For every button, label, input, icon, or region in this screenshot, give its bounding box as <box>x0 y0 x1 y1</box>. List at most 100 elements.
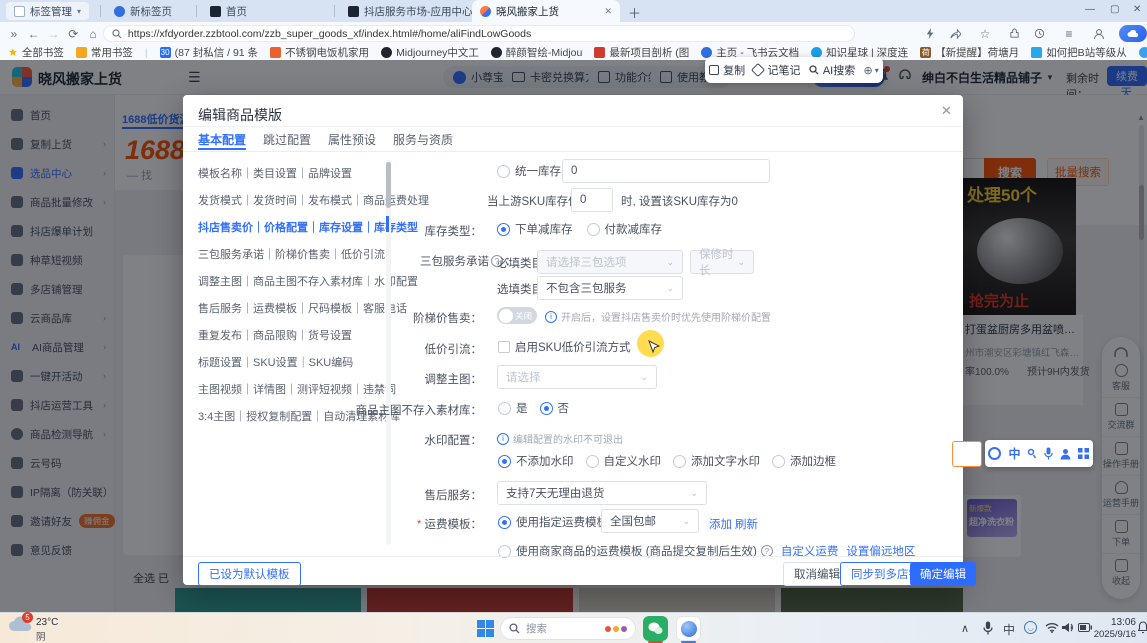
forward-icon[interactable]: → <box>44 27 64 41</box>
no-watermark-radio[interactable] <box>498 455 511 468</box>
bookmark-item[interactable]: Midjourney中文工 <box>381 45 479 60</box>
aftersale-select[interactable]: 支持7天无理由退货⌄ <box>497 481 707 505</box>
bookmark-item[interactable]: ★全部书签 <box>8 45 64 60</box>
tray-app-icon[interactable]: ◡ <box>1024 621 1037 634</box>
taskbar-search-box[interactable]: 搜索 <box>500 617 636 640</box>
freight-specified-radio[interactable] <box>498 516 511 529</box>
wechat-icon[interactable] <box>643 616 668 641</box>
history-icon[interactable] <box>1034 28 1045 39</box>
search-highlight-icon[interactable] <box>605 626 627 632</box>
tab-new-tab[interactable]: 新标签页 <box>106 0 180 22</box>
stock-type-options: 下单减库存 付款减库存 <box>497 221 662 237</box>
ime-grid-icon[interactable] <box>1078 448 1089 459</box>
tab-xiaofeng-active[interactable]: 晓风搬家上货 ✕ <box>472 0 620 22</box>
custom-watermark-radio[interactable] <box>586 455 599 468</box>
bookmark-item[interactable]: 荷【新提醒】荷塘月 <box>920 45 1019 60</box>
freight-template-select[interactable]: 全国包邮⌄ <box>601 509 699 533</box>
set-default-template-button[interactable]: 已设为默认模板 <box>198 562 301 586</box>
tray-wifi-icon[interactable] <box>1045 622 1059 633</box>
warranty-duration-select[interactable]: 保修时长⌄ <box>690 250 754 274</box>
tray-notification-icon[interactable] <box>1138 621 1147 634</box>
modal-tab-services[interactable]: 服务与资质 <box>393 131 453 148</box>
main-img-no-radio[interactable] <box>540 402 553 415</box>
tab-homepage[interactable]: 首页 <box>202 0 255 22</box>
browser-app-icon[interactable] <box>676 616 701 641</box>
ext-copy-button[interactable]: 复制 <box>709 62 745 78</box>
bookmarks-divider: | <box>145 47 148 59</box>
ime-toolbar: 中 <box>985 440 1093 467</box>
ext-ai-search-button[interactable]: AI搜索 <box>809 62 855 78</box>
bookmark-item[interactable]: 30(87 封私信 / 91 条 <box>160 45 258 60</box>
unified-stock-radio[interactable] <box>497 165 510 178</box>
cloud-icon <box>1127 30 1139 38</box>
warranty-required-select[interactable]: 请选择三包选项⌄ <box>537 250 683 274</box>
bookmark-item[interactable]: 常用书签 <box>76 45 133 60</box>
reload-icon[interactable]: ⟳ <box>63 27 83 41</box>
ime-cursor-icon[interactable] <box>1027 448 1037 460</box>
shop-icon <box>270 47 281 58</box>
toolbar-overflow-icon[interactable]: » <box>4 27 24 41</box>
bookmark-star-icon[interactable]: ☆ <box>975 27 995 41</box>
tray-expand-icon[interactable]: ∧ <box>961 622 969 635</box>
stock-type-order-radio[interactable] <box>497 223 510 236</box>
confirm-edit-button[interactable]: 确定编辑 <box>910 562 976 586</box>
modal-tab-attributes[interactable]: 属性预设 <box>328 131 376 148</box>
tray-ime-icon[interactable]: 中 <box>1003 621 1015 638</box>
copy-icon <box>709 65 719 75</box>
weather-widget[interactable]: 5 <box>8 616 32 637</box>
ime-chinese-icon[interactable]: 中 <box>1008 445 1020 462</box>
ime-logo-icon[interactable] <box>988 447 1001 460</box>
window-maximize-button[interactable]: ▢ <box>1110 4 1119 15</box>
tab-douyin-market[interactable]: 抖店服务市场-应用中心 <box>340 0 481 22</box>
new-tab-button[interactable]: ＋ <box>628 3 641 22</box>
tray-volume-icon[interactable] <box>1062 622 1075 633</box>
ext-more-button[interactable]: ⊕▾ <box>864 64 879 77</box>
ext-note-button[interactable]: 记笔记 <box>753 62 800 78</box>
share-icon[interactable] <box>950 28 961 39</box>
window-close-button[interactable]: ✕ <box>1133 4 1141 15</box>
tier-hint-row: i 开启后，设置抖店售卖价时优先使用阶梯价配置 <box>545 309 771 324</box>
menu-icon[interactable]: ≡ <box>1059 27 1079 41</box>
tray-clock-time[interactable]: 13:06 <box>1096 617 1136 628</box>
tier-price-toggle[interactable]: 关闭 <box>497 307 537 324</box>
home-icon[interactable]: ⌂ <box>83 27 103 41</box>
ime-mic-icon[interactable] <box>1044 447 1053 460</box>
low-stock-input[interactable]: 0 <box>571 188 613 212</box>
border-radio[interactable] <box>772 455 785 468</box>
tray-clock-date[interactable]: 2025/9/16 <box>1086 629 1136 640</box>
back-icon[interactable]: ← <box>24 27 44 41</box>
freight-add-link[interactable]: 添加 <box>709 516 732 532</box>
text-watermark-radio[interactable] <box>673 455 686 468</box>
tray-mic-icon[interactable] <box>983 621 993 635</box>
unified-stock-input[interactable]: 0 <box>562 159 770 183</box>
warranty-optional-select[interactable]: 不包含三包服务⌄ <box>537 276 683 300</box>
bookmark-item[interactable]: 最新项目剖析 (图 <box>594 45 689 60</box>
low-price-checkbox[interactable] <box>498 341 510 353</box>
modal-tab-basic[interactable]: 基本配置 <box>198 131 246 148</box>
bookmark-item[interactable]: 如何把B站等级从 <box>1031 45 1127 60</box>
modal-close-icon[interactable]: ✕ <box>941 103 952 119</box>
info-icon: i <box>497 433 509 445</box>
adjust-main-select[interactable]: 请选择⌄ <box>497 365 657 389</box>
lightning-icon[interactable] <box>925 28 936 39</box>
address-bar[interactable]: https://xfdyorder.zzbtool.com/zzb_super_… <box>103 25 855 42</box>
profile-icon[interactable] <box>1093 28 1105 40</box>
cloud-sync-button[interactable] <box>1119 25 1147 42</box>
freight-refresh-link[interactable]: 刷新 <box>735 516 758 532</box>
adjust-main-label: 调整主图： <box>330 371 482 387</box>
extensions-icon[interactable] <box>1009 28 1020 39</box>
tab-label-manager[interactable]: 标签管理 ▾ <box>6 2 89 20</box>
bookmark-item[interactable]: 不锈钢电饭机家用 <box>270 45 369 60</box>
main-img-yes-radio[interactable] <box>498 402 511 415</box>
window-minimize-button[interactable]: — <box>1085 4 1095 15</box>
tier-price-label: 阶梯价售卖： <box>330 310 482 326</box>
tab-title: 新标签页 <box>130 4 172 19</box>
tab-close-icon[interactable]: ✕ <box>604 6 612 17</box>
stock-type-payment-radio[interactable] <box>587 223 600 236</box>
windows-start-button[interactable] <box>477 620 494 637</box>
menu-scrollbar-thumb[interactable] <box>386 162 391 208</box>
modal-tab-skip[interactable]: 跳过配置 <box>263 131 311 148</box>
ime-user-icon[interactable] <box>1060 448 1071 460</box>
bookmark-item[interactable]: 凯迪软件官网-商 <box>1139 45 1147 60</box>
bookmark-item[interactable]: 醉颜智绘-Midjou <box>491 45 582 60</box>
